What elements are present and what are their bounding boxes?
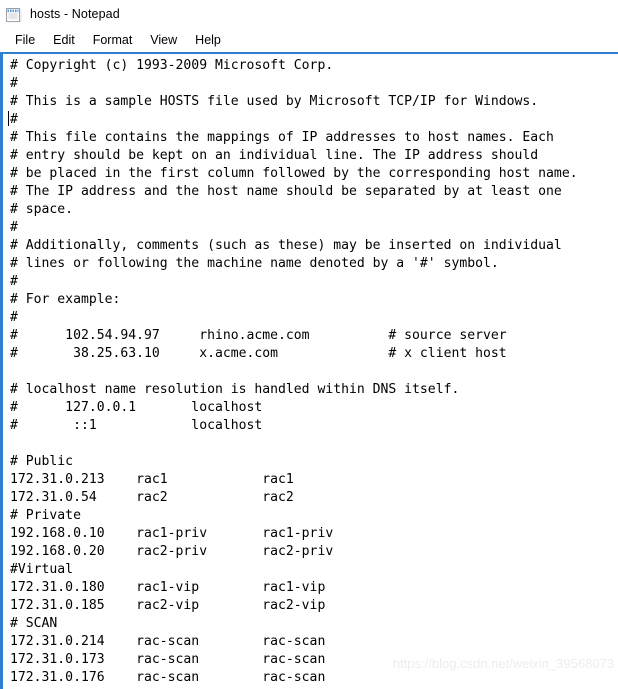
text-editor[interactable]: # Copyright (c) 1993-2009 Microsoft Corp… <box>3 54 618 689</box>
menu-item-edit[interactable]: Edit <box>44 31 84 50</box>
menu-item-file[interactable]: File <box>6 31 44 50</box>
hosts-file-text[interactable]: # Copyright (c) 1993-2009 Microsoft Corp… <box>10 57 618 687</box>
notepad-icon <box>5 6 22 23</box>
editor-border: # Copyright (c) 1993-2009 Microsoft Corp… <box>0 52 618 689</box>
menu-item-format[interactable]: Format <box>84 31 142 50</box>
title-bar: hosts - Notepad <box>0 0 618 28</box>
window-title: hosts - Notepad <box>30 7 120 21</box>
menu-item-view[interactable]: View <box>141 31 186 50</box>
text-caret <box>8 111 9 126</box>
menu-item-help[interactable]: Help <box>186 31 230 50</box>
menu-bar: File Edit Format View Help <box>0 28 618 52</box>
notepad-window: hosts - Notepad File Edit Format View He… <box>0 0 618 689</box>
